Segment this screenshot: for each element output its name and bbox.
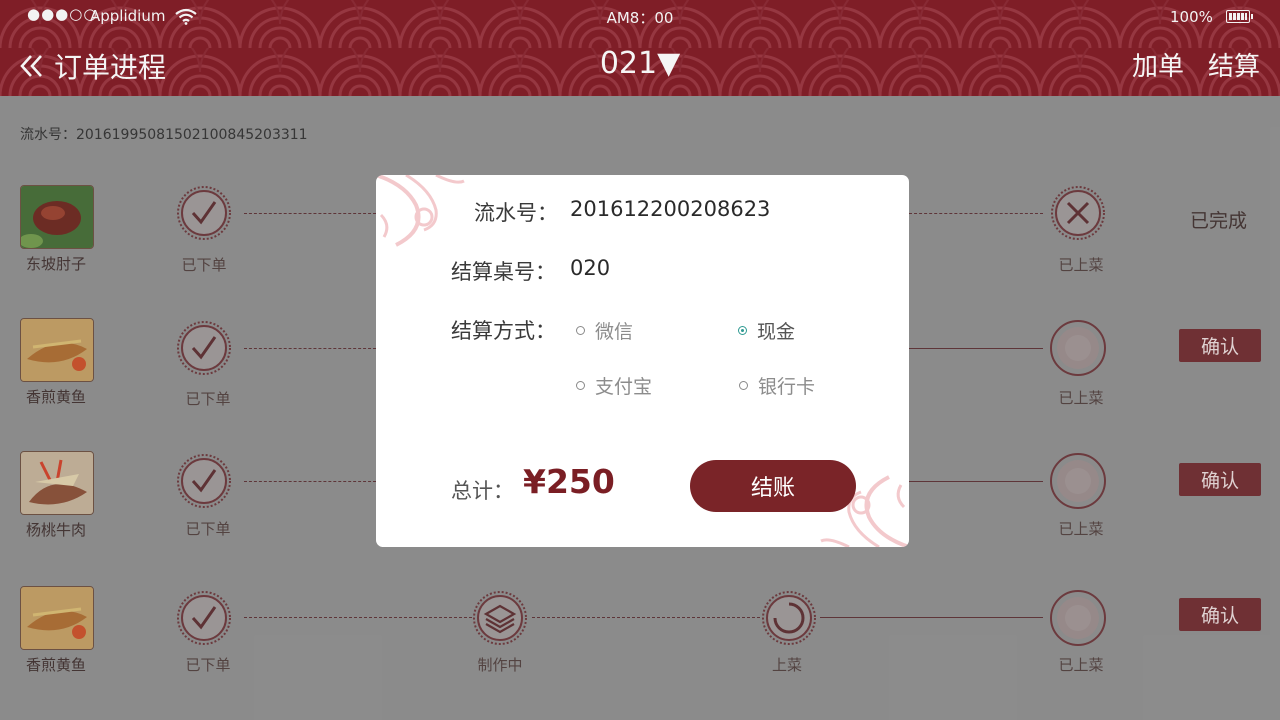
checkout-dialog: 流水号： 201612200208623 结算桌号： 020 结算方式： 微信 … xyxy=(376,175,909,547)
radio-circle-icon xyxy=(576,326,585,335)
table-label: 结算桌号： xyxy=(451,260,556,284)
checkout-button[interactable]: 结算 xyxy=(1208,46,1260,83)
radio-circle-icon xyxy=(576,381,585,390)
table-value: 020 xyxy=(570,256,611,280)
radio-label: 支付宝 xyxy=(595,376,653,398)
radio-cash[interactable]: 现金 xyxy=(738,317,795,344)
radio-alipay[interactable]: 支付宝 xyxy=(576,372,652,399)
serial-label: 流水号： xyxy=(474,201,558,225)
app-header: ●●●○○ Applidium AM8：00 100% 订单进程 021▼ 加单… xyxy=(0,0,1280,96)
clock: AM8：00 xyxy=(606,9,674,27)
total-amount: ¥250 xyxy=(523,462,615,501)
battery-percent: 100% xyxy=(1170,8,1213,26)
radio-label: 银行卡 xyxy=(758,376,816,398)
nav-bar: 订单进程 021▼ 加单 结算 xyxy=(0,42,1280,88)
serial-value: 201612200208623 xyxy=(570,197,771,221)
table-number-select[interactable]: 021▼ xyxy=(0,46,1280,81)
battery-icon xyxy=(1226,10,1253,23)
radio-circle-icon xyxy=(739,381,748,390)
radio-wechat[interactable]: 微信 xyxy=(576,317,633,344)
pay-button[interactable]: 结账 xyxy=(690,460,856,512)
nav-actions: 加单 结算 xyxy=(1132,46,1260,83)
add-order-button[interactable]: 加单 xyxy=(1132,46,1184,83)
radio-label: 现金 xyxy=(757,321,796,343)
status-bar: ●●●○○ Applidium AM8：00 100% xyxy=(0,5,1280,27)
radio-label: 微信 xyxy=(595,321,634,343)
total-label: 总计： xyxy=(451,479,514,503)
radio-bank-card[interactable]: 银行卡 xyxy=(739,372,815,399)
floral-ornament xyxy=(376,175,465,247)
payment-method-label: 结算方式： xyxy=(451,319,556,343)
radio-selected-icon xyxy=(738,326,747,335)
